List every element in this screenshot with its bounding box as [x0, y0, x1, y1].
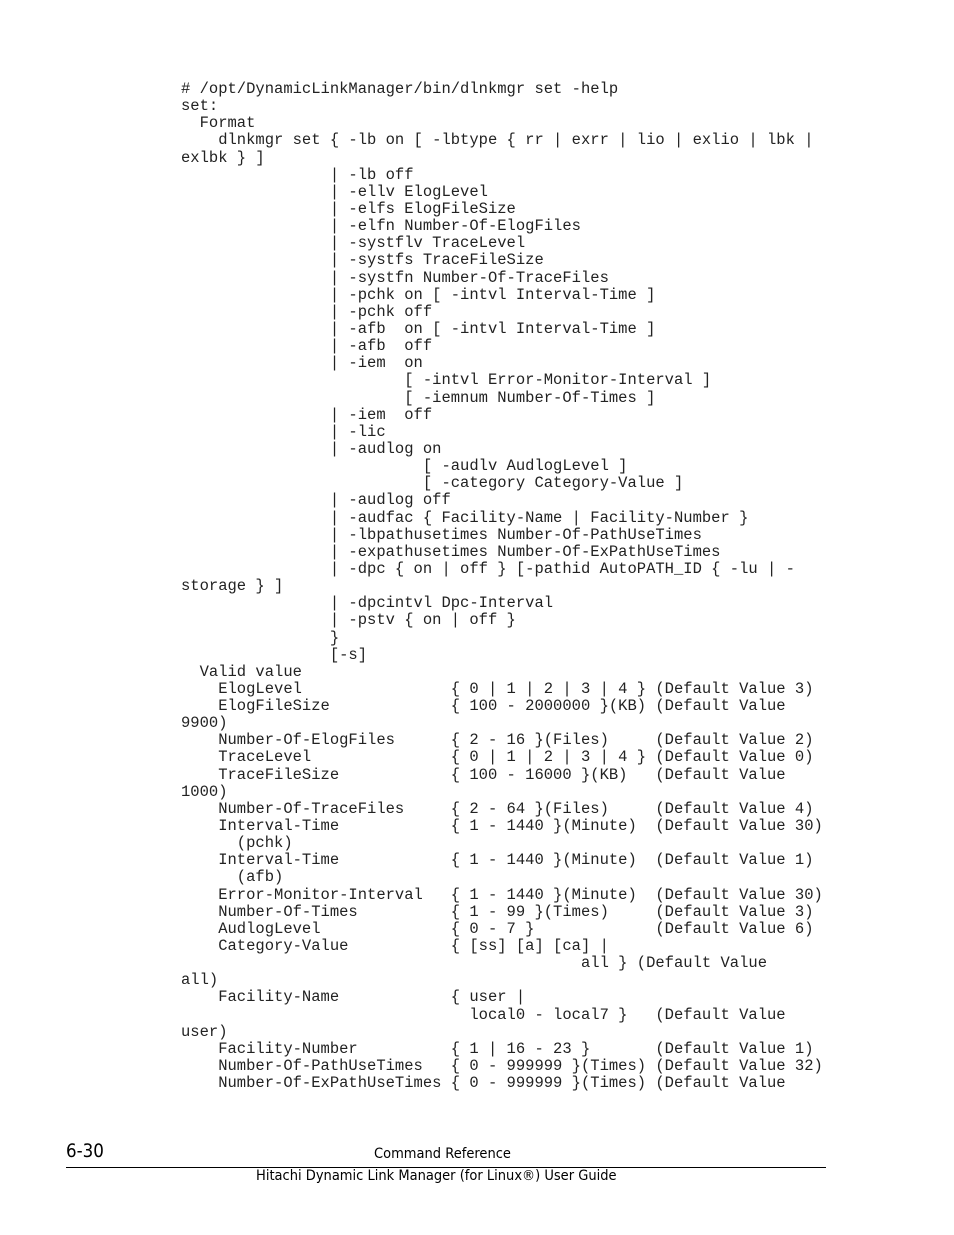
code-line: [ -category Category-Value ] [181, 474, 684, 493]
code-line: | -audlog on [181, 439, 442, 458]
section-title: Command Reference [374, 1146, 511, 1162]
code-line: Number-Of-Times { 1 - 99 }(Times) (Defau… [181, 902, 814, 921]
code-line: Facility-Name { user | [181, 988, 526, 1007]
code-line: | -pstv { on | off } [181, 611, 516, 630]
code-line: Number-Of-TraceFiles { 2 - 64 }(Files) (… [181, 799, 814, 818]
code-line: | -ellv ElogLevel [181, 182, 488, 201]
code-line: user) [181, 1022, 228, 1041]
code-line: | -elfn Number-Of-ElogFiles [181, 217, 581, 236]
code-line: ElogLevel { 0 | 1 | 2 | 3 | 4 } (Default… [181, 679, 814, 698]
code-line: all) [181, 971, 219, 990]
code-line: storage } ] [181, 577, 284, 596]
code-line: Error-Monitor-Interval { 1 - 1440 }(Minu… [181, 885, 823, 904]
code-listing: # /opt/DynamicLinkManager/bin/dlnkmgr se… [181, 80, 823, 1093]
code-line: local0 - local7 } (Default Value [181, 1005, 786, 1024]
code-line: | -iem off [181, 405, 433, 424]
code-line: | -pchk on [ -intvl Interval-Time ] [181, 285, 656, 304]
code-line: TraceLevel { 0 | 1 | 2 | 3 | 4 } (Defaul… [181, 748, 814, 767]
code-line: | -dpcintvl Dpc-Interval [181, 594, 554, 613]
code-line: set: [181, 97, 219, 116]
code-line: | -expathusetimes Number-Of-ExPathUseTim… [181, 542, 721, 561]
code-line: Valid value [181, 662, 302, 681]
code-line: Number-Of-ExPathUseTimes { 0 - 999999 }(… [181, 1074, 786, 1093]
page-number: 6-30 [66, 1140, 104, 1162]
code-line: Format [181, 114, 256, 133]
code-line: [ -audlv AudlogLevel ] [181, 457, 628, 476]
code-line: } [181, 628, 340, 647]
code-line: | -systfs TraceFileSize [181, 251, 544, 270]
code-line: [ -intvl Error-Monitor-Interval ] [181, 371, 712, 390]
code-line: all } (Default Value [181, 954, 767, 973]
code-line: | -lic [181, 422, 386, 441]
code-line: Number-Of-ElogFiles { 2 - 16 }(Files) (D… [181, 731, 814, 750]
book-title: Hitachi Dynamic Link Manager (for Linux®… [256, 1168, 617, 1184]
code-line: [ -iemnum Number-Of-Times ] [181, 388, 656, 407]
code-line: AudlogLevel { 0 - 7 } (Default Value 6) [181, 919, 814, 938]
code-line: Interval-Time { 1 - 1440 }(Minute) (Defa… [181, 817, 823, 836]
code-line: 1000) [181, 782, 228, 801]
code-line: [-s] [181, 645, 368, 664]
code-line: 9900) [181, 714, 228, 733]
code-line: | -lb off [181, 165, 414, 184]
code-line: (afb) [181, 868, 284, 887]
code-line: # /opt/DynamicLinkManager/bin/dlnkmgr se… [181, 80, 619, 98]
code-line: | -afb off [181, 337, 433, 356]
code-line: | -systfn Number-Of-TraceFiles [181, 268, 609, 287]
code-line: | -afb on [ -intvl Interval-Time ] [181, 319, 656, 338]
code-line: | -audlog off [181, 491, 451, 510]
code-line: dlnkmgr set { -lb on [ -lbtype { rr | ex… [181, 131, 814, 150]
code-line: | -iem on [181, 354, 423, 373]
code-line: Facility-Number { 1 | 16 - 23 } (Default… [181, 1039, 814, 1058]
code-line: exlbk } ] [181, 148, 265, 167]
code-line: | -audfac { Facility-Name | Facility-Num… [181, 508, 749, 527]
code-line: | -lbpathusetimes Number-Of-PathUseTimes [181, 525, 702, 544]
code-line: (pchk) [181, 834, 293, 853]
code-line: Number-Of-PathUseTimes { 0 - 999999 }(Ti… [181, 1057, 823, 1076]
code-line: | -elfs ElogFileSize [181, 199, 516, 218]
code-line: | -systflv TraceLevel [181, 234, 526, 253]
code-line: ElogFileSize { 100 - 2000000 }(KB) (Defa… [181, 697, 786, 716]
code-line: Category-Value { [ss] [a] [ca] | [181, 937, 609, 956]
code-line: | -pchk off [181, 302, 433, 321]
code-line: | -dpc { on | off } [-pathid AutoPATH_ID… [181, 559, 795, 578]
code-line: TraceFileSize { 100 - 16000 }(KB) (Defau… [181, 765, 786, 784]
code-line: Interval-Time { 1 - 1440 }(Minute) (Defa… [181, 851, 814, 870]
